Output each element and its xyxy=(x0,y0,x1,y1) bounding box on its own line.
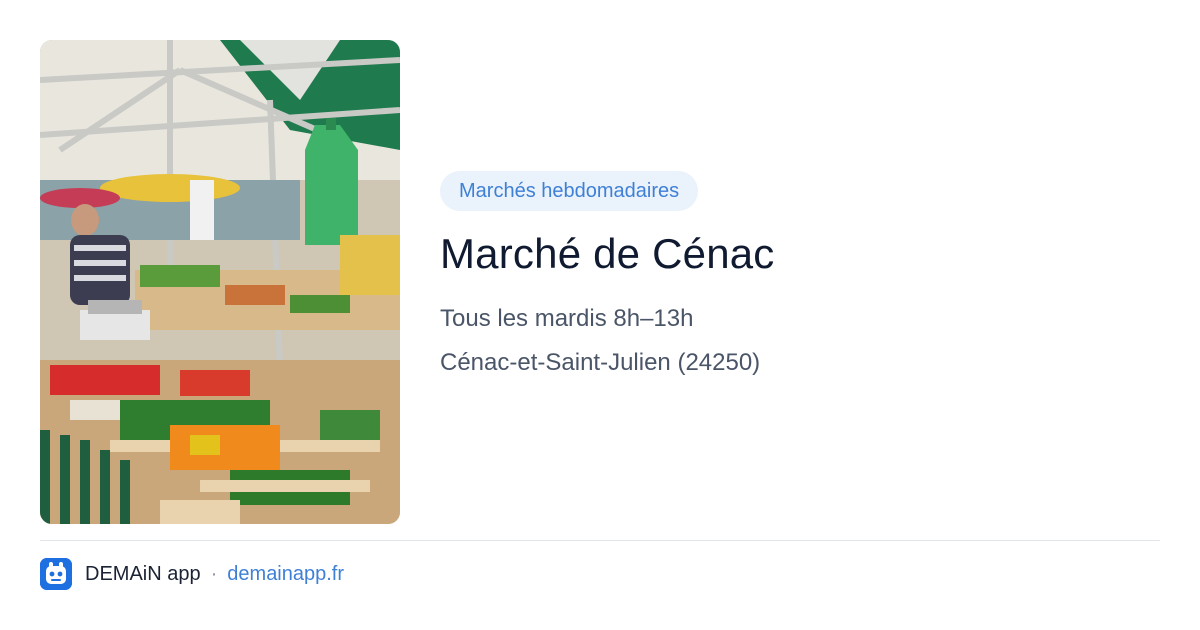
event-schedule: Tous les mardis 8h–13h xyxy=(440,305,694,332)
share-card: Marchés hebdomadaires Marché de Cénac To… xyxy=(0,0,1200,630)
footer: DEMAiN app · demainapp.fr xyxy=(40,558,344,590)
footer-separator: · xyxy=(210,562,218,585)
event-info: Marchés hebdomadaires Marché de Cénac To… xyxy=(440,171,1160,378)
app-name: DEMAiN app xyxy=(85,562,201,585)
market-photo xyxy=(40,40,400,524)
demain-logo-icon xyxy=(40,558,72,590)
event-location: Cénac-et-Saint-Julien (24250) xyxy=(440,349,761,376)
website-link[interactable]: demainapp.fr xyxy=(227,563,344,586)
event-title: Marché de Cénac xyxy=(440,230,775,277)
footer-divider xyxy=(40,540,1160,541)
category-badge[interactable]: Marchés hebdomadaires xyxy=(440,171,699,211)
